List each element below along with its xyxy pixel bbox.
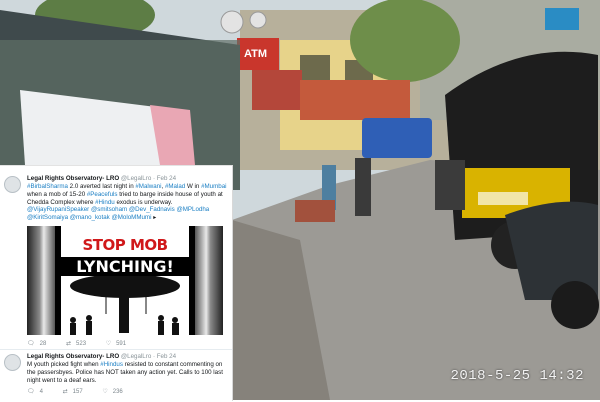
like-button[interactable]: ♡ 591 — [106, 340, 126, 347]
reply-count: 4 — [39, 389, 43, 395]
tweet-panel: Legal Rights Observatory- LRO @LegalLro … — [0, 165, 233, 401]
tweet-text-segment: W in — [185, 183, 202, 190]
tweet-hashtag-link[interactable]: @KiritSomaiya — [27, 214, 68, 221]
satellite-dish — [220, 10, 244, 34]
tweet-hashtag-link[interactable]: #Mumbai — [201, 183, 226, 190]
reply-icon: 🗨 — [27, 389, 35, 395]
blue-sign — [545, 8, 579, 30]
reply-icon: 🗨 — [27, 341, 35, 347]
like-count: 236 — [112, 389, 123, 395]
heart-icon: ♡ — [102, 389, 108, 395]
like-button[interactable]: ♡ 236 — [102, 388, 122, 395]
tweet-hashtag-link[interactable]: #Hindus — [100, 361, 123, 368]
tweet[interactable]: Legal Rights Observatory- LRO @LegalLro … — [0, 349, 232, 402]
tweet-hashtag-link[interactable]: @Dev_Fadnavis — [129, 206, 175, 213]
tweet-hashtag-link[interactable]: #Malad — [165, 183, 185, 190]
poster-subtitle: LYNCHING! — [61, 257, 189, 276]
tweet-text-segment: 2.0 averted last night in — [67, 183, 136, 190]
stop-mob-lynching-poster: STOP MOB LYNCHING! — [61, 226, 189, 335]
scooter-wheel — [551, 281, 599, 329]
tweet-hashtag-link[interactable]: @mano_kotak — [70, 214, 110, 221]
tweet-text-segment: exodus is underway. — [114, 198, 173, 206]
atm-sign-text: ATM — [244, 48, 267, 60]
tweet-date[interactable]: · Feb 24 — [153, 175, 176, 182]
tweet-hashtag-link[interactable]: #Peacefuls — [87, 191, 118, 198]
blurred-edge — [195, 226, 223, 335]
tweet-hashtag-link[interactable]: #Hindu — [95, 199, 115, 206]
photo-timestamp: 2018-5-25 14:32 — [450, 368, 584, 384]
tweet-hashtag-link[interactable]: #BirbalSharma — [27, 183, 68, 190]
retweet-count: 523 — [76, 341, 87, 347]
heart-icon: ♡ — [105, 341, 112, 347]
reply-count: 28 — [39, 341, 47, 347]
tweet-date-text: Feb 24 — [156, 175, 177, 182]
tweet-hashtag-link[interactable]: @smitsoham — [91, 206, 127, 213]
tweet-hashtag-link[interactable]: @MPLodha — [176, 206, 209, 213]
tweet-hashtag-link[interactable]: @MoloMMumi — [111, 214, 151, 221]
retweet-button[interactable]: ⇄ 523 — [66, 340, 86, 347]
tree-canopy — [350, 0, 460, 82]
tweet-date[interactable]: · Feb 24 — [153, 353, 176, 360]
avatar[interactable] — [4, 176, 21, 193]
shop-banners — [300, 80, 410, 120]
retweet-count: 157 — [72, 389, 83, 395]
tweet-image[interactable]: STOP MOB LYNCHING! — [27, 226, 223, 335]
retweet-icon: ⇄ — [65, 341, 72, 347]
tweet[interactable]: Legal Rights Observatory- LRO @LegalLro … — [0, 170, 232, 347]
tweet-header: Legal Rights Observatory- LRO @LegalLro … — [27, 353, 176, 361]
tweet-actions: 🗨 28 ⇄ 523 ♡ 591 — [27, 340, 144, 347]
tweet-text: #BirbalSharma 2.0 averted last night in … — [27, 183, 227, 222]
tweet-author-name[interactable]: Legal Rights Observatory- LRO — [27, 175, 119, 182]
shop-sign — [252, 70, 302, 110]
tweet-actions: 🗨 4 ⇄ 157 ♡ 236 — [27, 388, 141, 395]
motorbike — [435, 160, 465, 210]
tweet-date-text: Feb 24 — [156, 353, 177, 360]
reply-button[interactable]: 🗨 28 — [27, 340, 46, 347]
tweet-text-segment: M youth picked fight when — [27, 361, 101, 368]
tweet-text: M youth picked fight when #Hindus resist… — [27, 361, 227, 384]
brick-pile — [295, 200, 335, 222]
retweet-button[interactable]: ⇄ 157 — [63, 388, 83, 395]
window — [300, 55, 330, 83]
tree-silhouette-icon — [70, 276, 180, 335]
retweet-icon: ⇄ — [62, 389, 68, 395]
tweet-author-name[interactable]: Legal Rights Observatory- LRO — [27, 353, 119, 360]
tweet-author-handle[interactable]: @LegalLro — [121, 353, 151, 360]
like-count: 591 — [116, 341, 127, 347]
tweet-header: Legal Rights Observatory- LRO @LegalLro … — [27, 175, 176, 183]
person — [355, 158, 371, 216]
tweet-hashtag-link[interactable]: #Malwani — [135, 183, 161, 190]
tweet-hashtag-link[interactable]: @VijayRupaniSpeaker — [27, 206, 89, 213]
avatar[interactable] — [4, 354, 21, 371]
poster-title: STOP MOB — [82, 236, 168, 254]
blue-van — [362, 118, 432, 158]
tweet-text-segment: when a mob of 15-20 — [27, 190, 87, 198]
number-plate — [478, 192, 528, 205]
tweet-author-handle[interactable]: @LegalLro — [121, 175, 151, 182]
blurred-edge — [27, 226, 55, 335]
tweet-text-segment: ▸ — [151, 214, 157, 222]
reply-button[interactable]: 🗨 4 — [27, 388, 43, 395]
satellite-dish — [249, 11, 267, 29]
